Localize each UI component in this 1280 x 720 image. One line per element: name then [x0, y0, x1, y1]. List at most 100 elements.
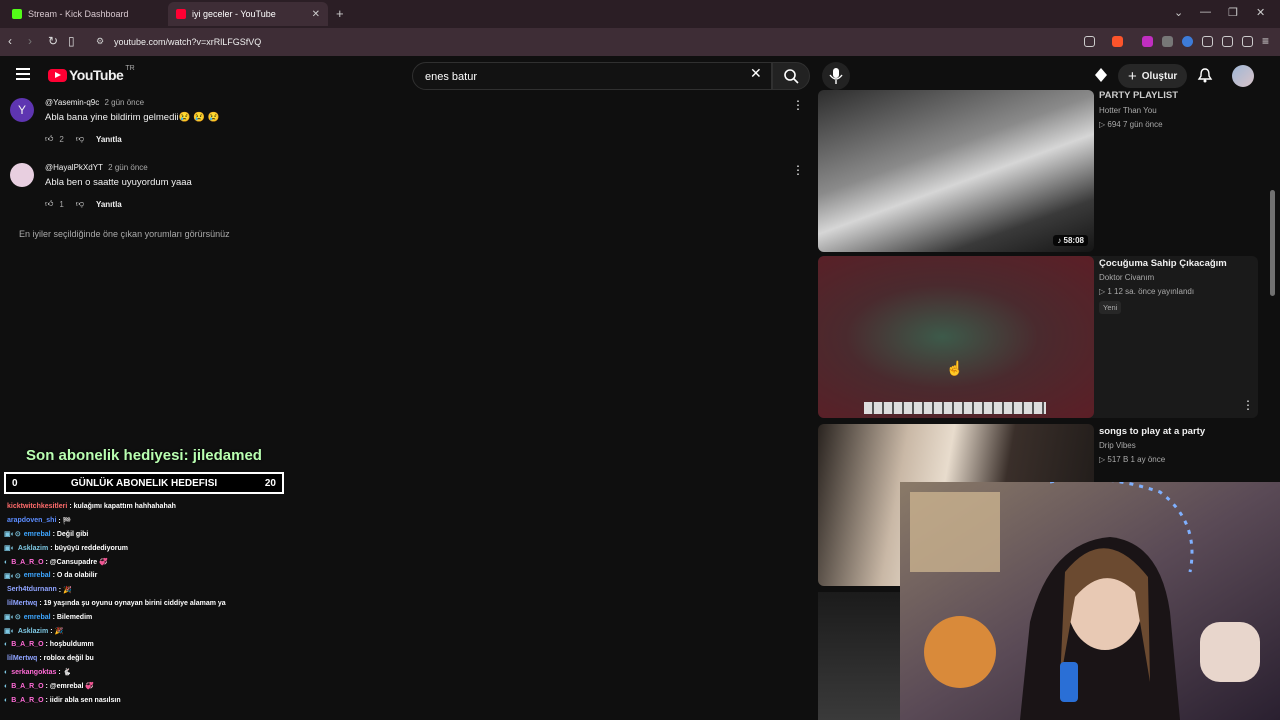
chat-message: kicktwitchkesitleri: kulağımı kapattım h…: [4, 500, 294, 514]
browser-tab-bar: Stream - Kick Dashboard iyi geceler - Yo…: [0, 0, 1280, 28]
chat-username[interactable]: Asklazim: [18, 628, 48, 635]
chat-username[interactable]: arapdoven_shi: [7, 517, 56, 524]
goal-target: 20: [264, 478, 276, 489]
chat-badges-icon: ◐: [4, 696, 9, 704]
sidebar-icon[interactable]: [1242, 36, 1253, 47]
video-channel[interactable]: Hotter Than You: [1099, 106, 1157, 115]
chat-username[interactable]: Asklazim: [18, 545, 48, 552]
chat-text: : @Cansupadre 💞: [45, 559, 108, 567]
chat-username[interactable]: B_A_R_O: [11, 641, 43, 648]
chat-message: ▣◐⊙ emrebal: O da olabilir: [4, 569, 294, 583]
bookmark-icon[interactable]: ▯: [68, 34, 75, 48]
close-tab-icon[interactable]: ✕: [312, 9, 320, 20]
chat-username[interactable]: lilMertwq: [7, 655, 37, 662]
forward-button[interactable]: ›: [28, 34, 32, 48]
chat-text: : Bilemedim: [52, 613, 93, 621]
chat-username[interactable]: B_A_R_O: [11, 559, 43, 566]
comment-author[interactable]: @Yasemin-q9c: [45, 98, 99, 107]
chat-username[interactable]: emrebal: [24, 614, 51, 621]
chat-message: arapdoven_shi: 🏁: [4, 514, 294, 528]
comment-time[interactable]: 2 gün önce: [104, 98, 144, 107]
browser-toolbar: ‹ › ↻ ▯ ⚙ youtube.com/watch?v=xrRlLFGSfV…: [0, 28, 1280, 56]
clear-search-icon[interactable]: ✕: [750, 65, 762, 82]
chat-username[interactable]: emrebal: [24, 572, 51, 579]
comment-avatar[interactable]: [10, 163, 34, 187]
back-button[interactable]: ‹: [8, 34, 12, 48]
video-meta: ▷ 1 12 sa. önce yayınlandı: [1099, 287, 1195, 296]
chat-message: ◐ B_A_R_O: @Cansupadre 💞: [4, 555, 294, 569]
video-thumbnail[interactable]: [818, 256, 1094, 418]
video-title[interactable]: Çocuğuma Sahip Çıkacağım: [1099, 258, 1227, 269]
extension-icon[interactable]: [1182, 36, 1193, 47]
chat-text: : 🎉: [50, 628, 64, 636]
new-tab-button[interactable]: +: [336, 6, 344, 21]
site-info-icon[interactable]: ⚙: [96, 36, 104, 47]
dislike-icon[interactable]: 👎︎: [76, 199, 84, 209]
video-title[interactable]: songs to play at a party: [1099, 426, 1205, 437]
music-icon[interactable]: [1222, 36, 1233, 47]
video-thumbnail[interactable]: [818, 592, 900, 720]
game-hotbar: [864, 402, 1046, 414]
recommended-video[interactable]: Çocuğuma Sahip Çıkacağım Doktor Civanım …: [818, 256, 1258, 418]
plus-icon: +: [1128, 67, 1137, 85]
comment-options-icon[interactable]: ⋮: [792, 98, 804, 112]
search-icon: [784, 69, 799, 84]
chat-text: : 🎉: [58, 586, 72, 594]
chat-message: ◐ B_A_R_O: hoşbuldumm: [4, 638, 294, 652]
chat-username[interactable]: kicktwitchkesitleri: [7, 503, 67, 510]
cast-icon[interactable]: [1084, 36, 1095, 47]
chat-username[interactable]: emrebal: [24, 531, 51, 538]
reload-button[interactable]: ↻: [48, 34, 58, 48]
video-title[interactable]: PARTY PLAYLIST: [1099, 90, 1178, 101]
like-icon[interactable]: 👍︎: [45, 199, 53, 209]
account-avatar[interactable]: [1232, 65, 1254, 87]
recommended-video[interactable]: ♪ 58:08 PARTY PLAYLIST Hotter Than You ▷…: [818, 90, 1258, 252]
chat-username[interactable]: B_A_R_O: [11, 683, 43, 690]
youtube-logo[interactable]: YouTube TR: [48, 65, 135, 83]
chat-username[interactable]: Serh4tdurnann: [7, 586, 57, 593]
dislike-icon[interactable]: 👎︎: [76, 134, 84, 144]
chat-username[interactable]: serkangoktas: [11, 669, 56, 676]
guide-menu-icon[interactable]: [16, 68, 30, 80]
video-meta: ▷ 517 B 1 ay önce: [1099, 455, 1166, 464]
chat-username[interactable]: B_A_R_O: [11, 697, 43, 704]
video-channel[interactable]: Drip Vibes: [1099, 441, 1136, 450]
tab-list-icon[interactable]: ⌄: [1174, 6, 1183, 19]
notifications-bell-icon[interactable]: [1196, 66, 1214, 84]
chat-username[interactable]: lilMertwq: [7, 600, 37, 607]
video-thumbnail[interactable]: ♪ 58:08: [818, 90, 1094, 252]
video-options-icon[interactable]: ⋮: [1242, 398, 1254, 412]
comment-avatar[interactable]: Y: [10, 98, 34, 122]
brave-shield-icon[interactable]: [1112, 36, 1123, 47]
comment-text: Abla bana yine bildirim gelmedii😢 😢 😢: [45, 112, 220, 123]
close-window-button[interactable]: ✕: [1256, 6, 1265, 19]
menu-icon[interactable]: ≡: [1262, 34, 1269, 48]
reply-button[interactable]: Yanıtla: [96, 200, 122, 209]
chat-message: ▣◐⊙ emrebal: Değil gibi: [4, 528, 294, 542]
comment-header: @HayalPkXdYT 2 gün önce: [45, 163, 148, 172]
minimize-button[interactable]: —: [1200, 6, 1211, 18]
search-input[interactable]: enes batur: [412, 62, 772, 90]
tab-youtube[interactable]: iyi geceler - YouTube ✕: [168, 2, 328, 26]
voice-search-button[interactable]: [822, 62, 850, 90]
premium-icon[interactable]: [1092, 66, 1110, 84]
comment-options-icon[interactable]: ⋮: [792, 163, 804, 177]
extension-icon[interactable]: [1142, 36, 1153, 47]
comment-time[interactable]: 2 gün önce: [108, 163, 148, 172]
goal-label: GÜNLÜK ABONELIK HEDEFISI: [70, 478, 218, 489]
comment-author[interactable]: @HayalPkXdYT: [45, 163, 103, 172]
extensions-puzzle-icon[interactable]: [1202, 36, 1213, 47]
chat-text: : 🐇: [58, 669, 72, 677]
video-channel[interactable]: Doktor Civanım: [1099, 273, 1154, 282]
reply-button[interactable]: Yanıtla: [96, 135, 122, 144]
like-icon[interactable]: 👍︎: [45, 134, 53, 144]
extension-icon[interactable]: [1162, 36, 1173, 47]
tab-kick-dashboard[interactable]: Stream - Kick Dashboard: [4, 2, 164, 26]
create-button[interactable]: + Oluştur: [1118, 64, 1188, 88]
page-scrollbar[interactable]: [1270, 190, 1275, 296]
address-bar[interactable]: ⚙ youtube.com/watch?v=xrRlLFGSfVQ: [88, 32, 1088, 52]
maximize-button[interactable]: ❐: [1228, 6, 1238, 19]
chat-badges-icon: ◐: [4, 682, 9, 690]
url-text: youtube.com/watch?v=xrRlLFGSfVQ: [114, 37, 262, 47]
search-button[interactable]: [772, 62, 810, 90]
